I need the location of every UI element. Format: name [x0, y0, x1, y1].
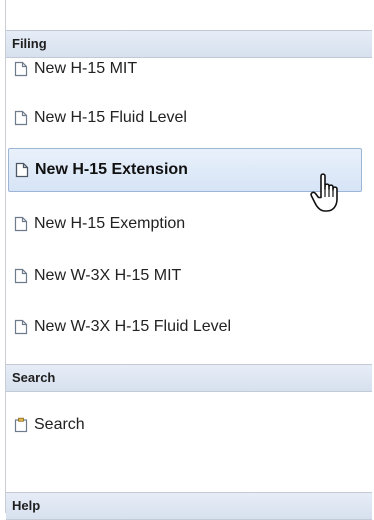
navigation-panel: Filing New H-15 MIT New H-15 Fluid Level… — [0, 0, 374, 520]
nav-item-label: New H-15 Exemption — [34, 215, 186, 232]
clipboard-icon — [14, 417, 28, 433]
nav-item-label: New W-3X H-15 MIT — [34, 267, 182, 284]
nav-item-new-h15-extension[interactable]: New H-15 Extension — [8, 148, 362, 192]
nav-item-label: New H-15 Extension — [35, 161, 188, 178]
nav-item-label: Search — [34, 416, 85, 433]
document-icon — [14, 216, 28, 232]
document-icon — [14, 61, 28, 77]
hand-pointer-cursor — [310, 173, 338, 212]
nav-item-label: New H-15 MIT — [34, 60, 138, 77]
section-header-search[interactable]: Search — [6, 364, 372, 392]
nav-item-label: New W-3X H-15 Fluid Level — [34, 318, 232, 335]
nav-item-search[interactable]: Search — [6, 403, 372, 447]
document-icon — [14, 268, 28, 284]
nav-item-new-h15-fluid-level[interactable]: New H-15 Fluid Level — [6, 96, 372, 140]
nav-item-new-h15-mit[interactable]: New H-15 MIT — [6, 47, 372, 91]
nav-item-new-w3x-h15-fluid-level[interactable]: New W-3X H-15 Fluid Level — [6, 305, 372, 349]
document-icon — [14, 319, 28, 335]
document-icon — [15, 162, 29, 178]
nav-item-label: New H-15 Fluid Level — [34, 109, 187, 126]
section-header-help[interactable]: Help — [6, 492, 372, 520]
nav-item-new-w3x-h15-mit[interactable]: New W-3X H-15 MIT — [6, 254, 372, 298]
document-icon — [14, 110, 28, 126]
